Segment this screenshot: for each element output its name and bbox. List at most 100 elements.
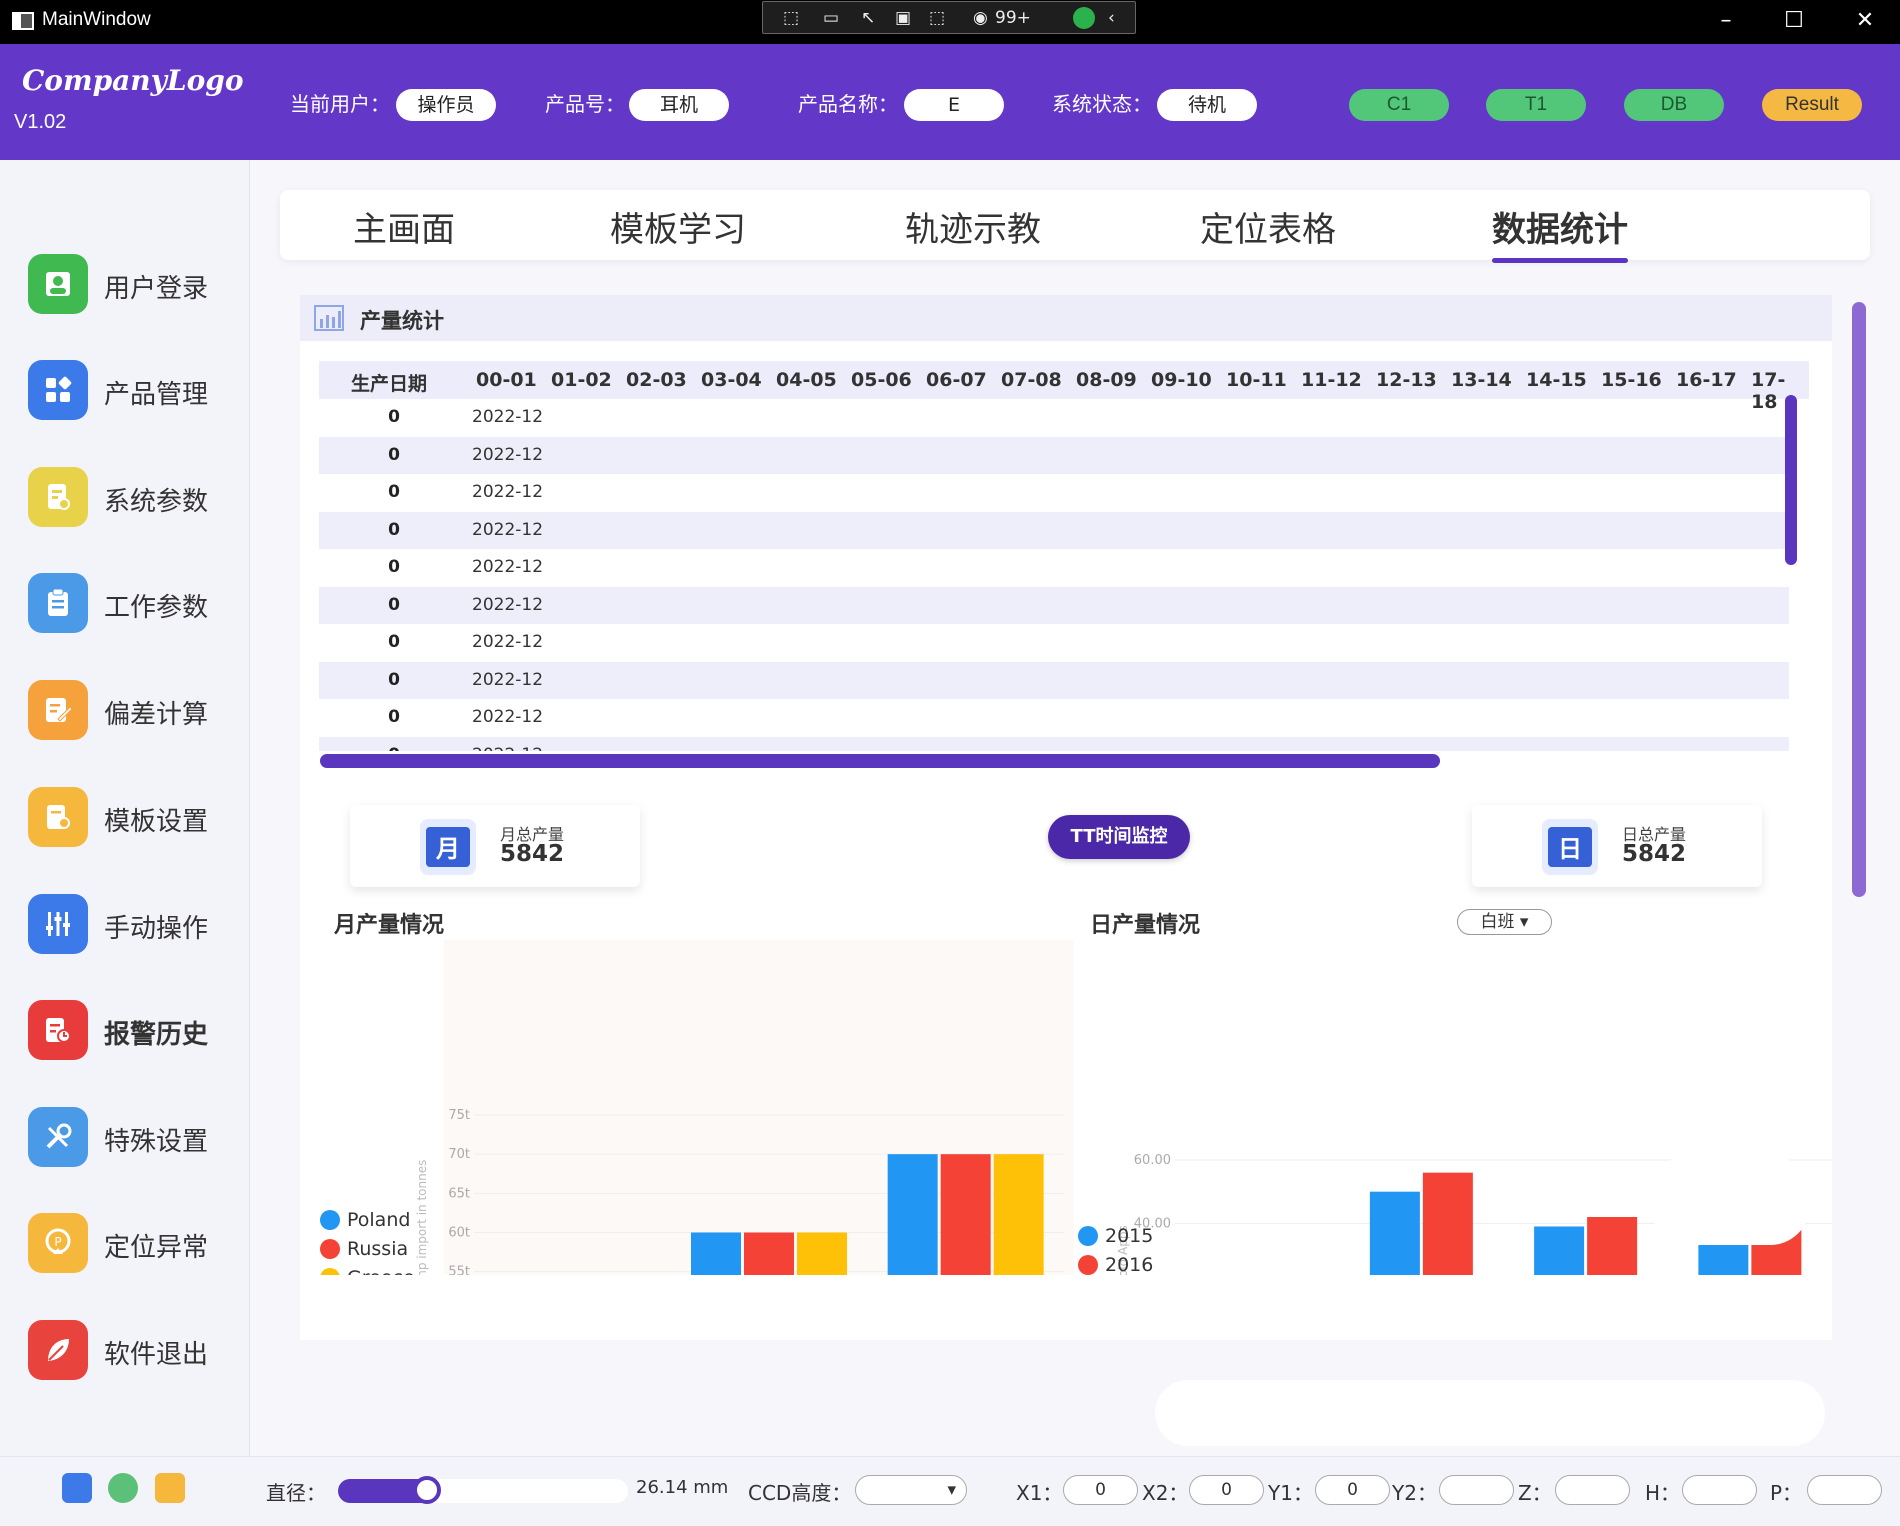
bar-2016: [1422, 1172, 1473, 1275]
sidebar-item-label: 手动操作: [104, 914, 209, 944]
sidebar-item-special-settings[interactable]: 特殊设置: [28, 1107, 248, 1169]
coord-field[interactable]: [1682, 1475, 1757, 1505]
c1-status-button[interactable]: C1: [1349, 89, 1449, 121]
sidebar-item-label: 系统参数: [104, 487, 209, 517]
product-name-label: 产品名称：: [798, 92, 898, 116]
shift-select[interactable]: 白班 ▾: [1457, 909, 1552, 935]
sidebar-item-positioning-exception[interactable]: P 定位异常: [28, 1213, 248, 1275]
bar-greece: [993, 1154, 1044, 1275]
row-count-cell: 0: [388, 632, 400, 652]
maximize-icon[interactable]: ☐: [1774, 8, 1814, 33]
overlay-blank: [1155, 1380, 1825, 1446]
sidebar-item-software-exit[interactable]: 软件退出: [28, 1320, 248, 1382]
daily-chart-title: 日产量情况: [1090, 913, 1201, 938]
row-date-cell: 2022-12: [472, 632, 544, 652]
table-row[interactable]: 02022-12: [319, 549, 1789, 587]
tt-time-monitor-button[interactable]: TT时间监控: [1048, 815, 1190, 859]
page-scrollbar[interactable]: [1852, 302, 1866, 897]
table-row[interactable]: 02022-12: [319, 661, 1789, 699]
y-axis-label: Shrimp import in tonnes: [415, 1160, 429, 1275]
coord-field[interactable]: 0: [1189, 1475, 1264, 1505]
sidebar-item-manual-operation[interactable]: 手动操作: [28, 894, 248, 956]
frame-icon[interactable]: ▣: [895, 8, 911, 28]
table-row[interactable]: 02022-12: [319, 586, 1789, 624]
coord-field[interactable]: [1439, 1475, 1514, 1505]
diameter-slider[interactable]: [338, 1476, 628, 1504]
eye-icon[interactable]: [108, 1473, 138, 1503]
table-row[interactable]: 02022-12: [319, 436, 1789, 474]
column-header-hour: 16-17: [1676, 369, 1737, 391]
column-header-hour: 10-11: [1226, 369, 1287, 391]
tab-trajectory-teaching[interactable]: 轨迹示教: [905, 202, 1041, 251]
location-icon: P: [28, 1213, 88, 1273]
tab-template-learning[interactable]: 模板学习: [610, 202, 746, 251]
minimize-icon[interactable]: –: [1706, 8, 1746, 33]
company-logo: CompanyLogo: [22, 64, 244, 97]
tab-main-screen[interactable]: 主画面: [353, 202, 455, 251]
sidebar-item-template-settings[interactable]: 模板设置: [28, 787, 248, 849]
diameter-slider-knob[interactable]: [413, 1476, 442, 1504]
table-row[interactable]: 02022-12: [319, 511, 1789, 549]
close-icon[interactable]: ✕: [1845, 8, 1885, 33]
sidebar-item-product-management[interactable]: 产品管理: [28, 360, 248, 422]
sidebar-item-deviation-calculation[interactable]: 偏差计算: [28, 680, 248, 742]
table-row[interactable]: 02022-12: [319, 399, 1789, 437]
product-id-field: 耳机: [629, 89, 729, 121]
coord-label: Y1：: [1268, 1481, 1313, 1505]
coord-field[interactable]: 0: [1063, 1475, 1138, 1505]
y-tick-label: 60.00: [1134, 1153, 1171, 1168]
camera-icon[interactable]: [155, 1473, 185, 1503]
sidebar-item-alarm-history[interactable]: 报警历史: [28, 1000, 248, 1062]
debug-toolbar[interactable]: ⬚ ▭ ↖ ▣ ⬚ ◉ 99+ ‹: [762, 1, 1136, 34]
sidebar: 用户登录 产品管理 系统参数 工作参数 偏差计算 模板设置 手动操作 报警历史 …: [0, 160, 250, 1456]
row-date-cell: 2022-12: [472, 594, 544, 615]
window-titlebar: MainWindow ⬚ ▭ ↖ ▣ ⬚ ◉ 99+ ‹ – ☐ ✕: [0, 0, 1900, 44]
y-tick-label: 70t: [448, 1147, 470, 1162]
db-status-button[interactable]: DB: [1624, 89, 1724, 121]
tab-positioning-table[interactable]: 定位表格: [1200, 202, 1336, 251]
document-settings-icon: [28, 467, 88, 527]
table-row[interactable]: 02022-12: [319, 736, 1789, 751]
row-count-cell: 0: [388, 407, 400, 427]
pointer-icon[interactable]: ↖: [861, 8, 875, 28]
hot-reload-icon[interactable]: ◉: [973, 8, 988, 28]
legend-marker-greece: [320, 1268, 340, 1275]
row-date-cell: 2022-12: [472, 707, 544, 727]
t1-status-button[interactable]: T1: [1486, 89, 1586, 121]
coord-label: H：: [1645, 1481, 1681, 1505]
video-icon[interactable]: ▭: [823, 8, 839, 28]
version-label: V1.02: [14, 111, 67, 133]
collapse-icon[interactable]: ‹: [1108, 8, 1115, 28]
table-vertical-scrollbar[interactable]: [1785, 395, 1797, 565]
settings-sliders-icon[interactable]: [62, 1473, 92, 1503]
coord-field[interactable]: 0: [1315, 1475, 1390, 1505]
sidebar-item-label: 模板设置: [104, 807, 209, 837]
result-status-button[interactable]: Result: [1762, 89, 1862, 121]
sidebar-item-system-parameters[interactable]: 系统参数: [28, 467, 248, 529]
select-element-icon[interactable]: ⬚: [783, 8, 799, 28]
table-row[interactable]: 0 2022-12: [319, 624, 1789, 662]
row-date-cell: 2022-12: [472, 482, 544, 502]
coord-field[interactable]: [1555, 1475, 1630, 1505]
column-header-hour: 12-13: [1376, 369, 1437, 391]
ccd-height-select[interactable]: ▾: [855, 1475, 967, 1505]
table-horizontal-scrollbar[interactable]: [320, 754, 1440, 768]
monthly-production-chart: 45t50t55t60t65t70t75tShrimp import in to…: [320, 940, 1074, 1275]
sidebar-item-user-login[interactable]: 用户登录: [28, 254, 248, 316]
legend-label: Greece: [347, 1267, 415, 1275]
y-tick-label: 55t: [448, 1265, 470, 1275]
bar-greece: [797, 1232, 847, 1275]
table-row[interactable]: 02022-12: [319, 474, 1789, 512]
coord-field[interactable]: [1807, 1475, 1882, 1505]
column-header-hour: 14-15: [1526, 369, 1587, 391]
tab-data-statistics[interactable]: 数据统计: [1492, 202, 1628, 263]
y-tick-label: 75t: [448, 1108, 470, 1123]
daily-total-card: 日 日总产量 5842: [1472, 805, 1762, 887]
current-user-field: 操作员: [396, 89, 496, 121]
sidebar-item-work-parameters[interactable]: 工作参数: [28, 573, 248, 635]
inspect-icon[interactable]: ⬚: [929, 8, 945, 28]
overlay-blank: [1650, 1155, 1810, 1245]
table-row[interactable]: 02022-12: [319, 699, 1789, 737]
row-date-cell: 2022-12: [472, 444, 544, 465]
row-count-cell: 0: [388, 669, 400, 690]
